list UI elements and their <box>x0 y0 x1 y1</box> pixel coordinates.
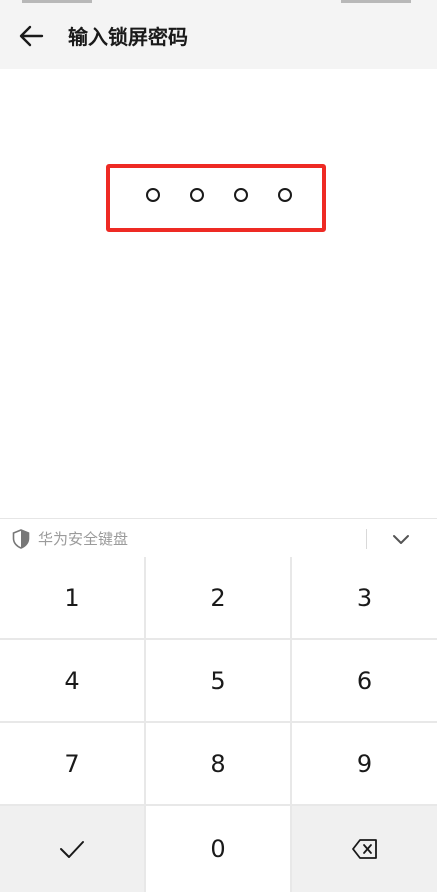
checkmark-icon <box>60 841 84 858</box>
secure-keyboard-label: 华为安全键盘 <box>38 530 129 548</box>
pin-dot <box>146 188 160 202</box>
key-1[interactable]: 1 <box>0 557 144 638</box>
status-bar-left-indicators <box>22 0 92 3</box>
status-bar-right-indicators <box>341 0 411 3</box>
key-2[interactable]: 2 <box>146 557 290 638</box>
pin-dot <box>190 188 204 202</box>
key-5[interactable]: 5 <box>146 640 290 721</box>
key-9[interactable]: 9 <box>292 723 437 804</box>
key-4[interactable]: 4 <box>0 640 144 721</box>
confirm-key[interactable] <box>0 806 144 892</box>
pin-input-area[interactable] <box>106 164 326 232</box>
backspace-icon <box>351 839 377 859</box>
key-6[interactable]: 6 <box>292 640 437 721</box>
delete-key[interactable] <box>292 806 437 892</box>
title-bar: 输入锁屏密码 <box>0 6 437 69</box>
back-arrow-icon[interactable] <box>16 20 48 52</box>
numeric-keypad: 1 2 3 4 5 6 7 8 9 0 <box>0 557 437 892</box>
pin-dot <box>234 188 248 202</box>
shield-icon <box>12 529 30 549</box>
page-title: 输入锁屏密码 <box>68 25 188 49</box>
keyboard-toolbar: 华为安全键盘 <box>0 518 437 558</box>
key-8[interactable]: 8 <box>146 723 290 804</box>
chevron-down-icon[interactable] <box>388 527 414 551</box>
key-7[interactable]: 7 <box>0 723 144 804</box>
key-0[interactable]: 0 <box>146 806 290 892</box>
toolbar-divider <box>366 529 367 549</box>
pin-dot <box>278 188 292 202</box>
key-3[interactable]: 3 <box>292 557 437 638</box>
